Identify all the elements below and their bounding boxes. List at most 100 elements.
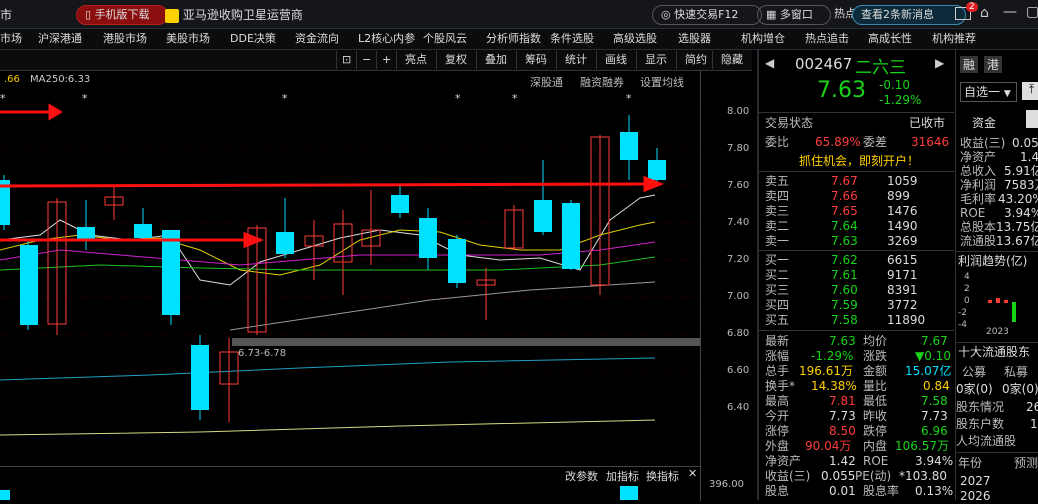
status-value: 已收市 — [909, 116, 946, 130]
plus-icon[interactable]: + — [376, 51, 396, 69]
holder-row-value: 26 — [1026, 400, 1038, 414]
stat-label: 金额 — [863, 364, 888, 378]
forecast-col: 预测 — [1014, 456, 1038, 470]
menu-item-condition-pick[interactable]: 条件选股 — [550, 29, 594, 49]
candles[interactable] — [0, 115, 666, 422]
mobile-download-button[interactable]: ▯ 手机版下载 — [76, 5, 168, 25]
toolbar-hide[interactable]: 隐藏 — [712, 51, 751, 69]
event-markers[interactable]: * * * * * * — [0, 92, 632, 105]
fund-label: 总股本 — [960, 220, 997, 234]
buy-4-price[interactable]: 7.59 — [831, 298, 858, 313]
toolbar-chips[interactable]: 筹码 — [516, 51, 555, 69]
stat-value: -1.29% — [811, 349, 854, 363]
stat-label: 量比 — [863, 379, 888, 393]
promo-link[interactable]: 抓住机会，即刻开户！ — [799, 154, 919, 169]
menu-item-l2[interactable]: L2核心内参 — [358, 29, 415, 49]
menu-item-analyst[interactable]: 分析师指数 — [486, 29, 541, 49]
close-icon[interactable]: ✕ — [688, 467, 697, 480]
toolbar-overlay[interactable]: 叠加 — [476, 51, 515, 69]
buy-2-price[interactable]: 7.61 — [831, 268, 858, 283]
volume-label: 396.00 — [709, 479, 744, 490]
add-indicator-button[interactable]: 加指标 — [606, 468, 639, 484]
fund-label: 收益(三) — [960, 136, 1006, 150]
stat-value: 7.58 — [921, 394, 948, 408]
menu-item-fund-flow[interactable]: 资金流向 — [295, 29, 339, 49]
menu-item-us-market[interactable]: 美股市场 — [166, 29, 210, 49]
menu-item-institution-add[interactable]: 机构增仓 — [741, 29, 785, 49]
watchlist-select[interactable]: 自选一 ▼ — [960, 82, 1017, 102]
toolbar-adjust[interactable]: 复权 — [436, 51, 475, 69]
sell-5-price[interactable]: 7.67 — [831, 174, 858, 189]
restore-icon[interactable]: ▢ — [1026, 4, 1038, 20]
profit-trend-title[interactable]: 利润趋势(亿) — [958, 254, 1027, 269]
stats-grid: 最新 7.63 均价 7.67 涨幅 -1.29% 涨跌 ▼0.10 总手 19… — [759, 334, 954, 500]
stat-value: 6.96 — [921, 424, 948, 438]
candle — [134, 224, 152, 238]
menu-item-hot-chase[interactable]: 热点追击 — [805, 29, 849, 49]
menu-item-picker[interactable]: 选股器 — [678, 29, 711, 49]
toolbar-simple[interactable]: 简约 — [676, 51, 715, 69]
sell-2-vol: 1490 — [887, 219, 918, 233]
menu-item-dde[interactable]: DDE决策 — [230, 29, 276, 49]
fund-tab[interactable]: 资金 — [972, 114, 996, 131]
menu-item-hk-connect[interactable]: 沪深港通 — [38, 29, 82, 49]
buy-5-price[interactable]: 7.58 — [831, 313, 858, 328]
prev-stock-icon[interactable]: ◀ — [765, 56, 774, 70]
price-tick: 6.80 — [727, 328, 750, 339]
stat-label: ROE — [863, 454, 889, 468]
toolbar-stats[interactable]: 统计 — [556, 51, 595, 69]
edit-params-button[interactable]: 改参数 — [565, 468, 598, 484]
divider — [759, 171, 954, 172]
news-notice-button[interactable]: 查看2条新消息 — [852, 5, 966, 25]
buy-1-price[interactable]: 7.62 — [831, 253, 858, 268]
multi-window-button[interactable]: ▦ 多窗口 — [757, 5, 831, 25]
tab-ma-settings[interactable]: 设置均线 — [640, 74, 684, 90]
price-main: 7.63 — [817, 78, 866, 103]
minimize-icon[interactable]: — — [1003, 4, 1017, 20]
sell-2-price[interactable]: 7.64 — [831, 219, 858, 234]
stat-label: 最低 — [863, 394, 888, 408]
fund-tab-right[interactable] — [1026, 110, 1038, 128]
sell-3-price[interactable]: 7.65 — [831, 204, 858, 219]
menu-item-high-growth[interactable]: 高成长性 — [868, 29, 912, 49]
sell-4-vol: 899 — [887, 189, 910, 203]
forecast-col: 年份 — [958, 456, 983, 470]
toolbar-highlight[interactable]: 亮点 — [396, 51, 435, 69]
home-icon[interactable]: ⌂ — [980, 5, 989, 21]
holders-title[interactable]: 十大流通股东 — [958, 345, 1030, 360]
toolbar-display[interactable]: 显示 — [636, 51, 675, 69]
fullscreen-icon[interactable]: ⊡ — [336, 51, 356, 69]
stat-value: 0.84 — [923, 379, 950, 393]
buy-3-price[interactable]: 7.60 — [831, 283, 858, 298]
switch-indicator-button[interactable]: 换指标 — [646, 468, 679, 484]
tab-margin[interactable]: 融资融券 — [580, 74, 624, 90]
sell-4-price[interactable]: 7.66 — [831, 189, 858, 204]
sell-1-price[interactable]: 7.63 — [831, 234, 858, 249]
stat-label: 股息率 — [863, 484, 900, 498]
menu-item-hk-market[interactable]: 港股市场 — [103, 29, 147, 49]
margin-tab[interactable]: 融 — [960, 56, 979, 73]
price-tick: 7.80 — [727, 143, 750, 154]
toolbar-draw[interactable]: 画线 — [596, 51, 635, 69]
buy-1-label: 买一 — [765, 253, 790, 267]
fundamentals-strip: 融 港 自选一 ▼ ⤒ 资金 收益(三) 0.05 净资产 1.4 总收入 5.… — [955, 50, 1038, 503]
upload-icon[interactable]: ⤒ — [1022, 82, 1038, 100]
menu-item-stock-news[interactable]: 个股风云 — [423, 29, 467, 49]
candlestick-chart[interactable]: * * * * * * 6.73-6.78 — [0, 90, 700, 465]
hk-tab[interactable]: 港 — [984, 56, 1003, 73]
fund-value: 1.4 — [1020, 150, 1038, 164]
divider — [956, 342, 1038, 343]
menu-item-market[interactable]: 市场 — [0, 29, 22, 49]
quick-trade-button[interactable]: ◎ 快速交易F12 — [652, 5, 762, 25]
next-stock-icon[interactable]: ▶ — [935, 56, 944, 70]
stat-value: 0.055 — [821, 469, 856, 483]
zoom-band[interactable] — [232, 338, 700, 346]
stat-value: 14.38% — [811, 379, 857, 393]
tab-sz-connect[interactable]: 深股通 — [530, 74, 563, 90]
menu-item-institution-recommend[interactable]: 机构推荐 — [932, 29, 976, 49]
weibi-label: 委比 — [765, 135, 790, 149]
minus-icon[interactable]: − — [356, 51, 376, 69]
menu-item-advanced-pick[interactable]: 高级选股 — [613, 29, 657, 49]
news-headline[interactable]: 亚马逊收购卫星运营商 — [165, 6, 303, 23]
buy-4-label: 买四 — [765, 298, 790, 312]
